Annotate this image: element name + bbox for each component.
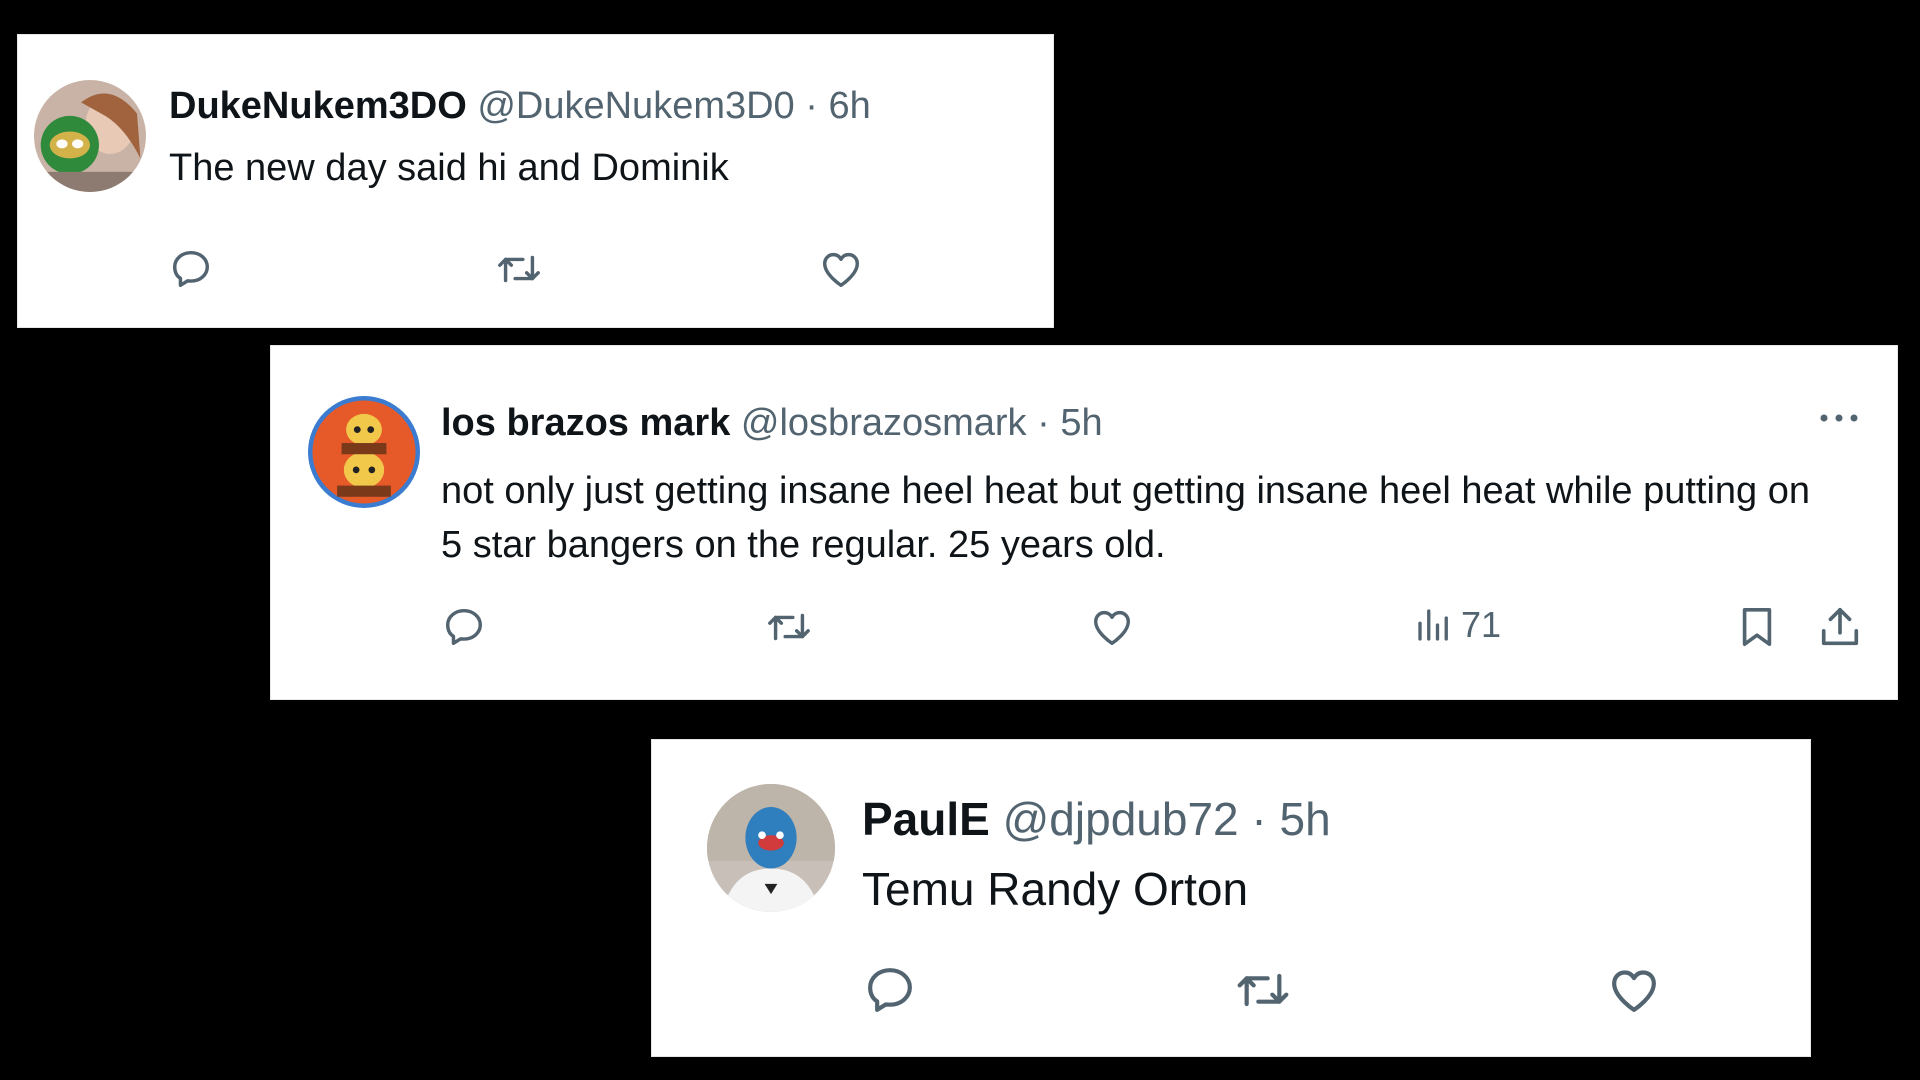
avatar[interactable] [308,396,420,508]
retweet-icon[interactable] [763,604,815,650]
tweet-header: los brazos mark @losbrazosmark · 5h [441,402,1103,445]
timestamp[interactable]: 5h [1280,793,1331,845]
user-handle[interactable]: @djpdub72 [1003,793,1239,845]
tweet-card[interactable]: los brazos mark @losbrazosmark · 5h not … [270,345,1898,700]
reply-icon[interactable] [441,604,487,650]
tweet-text: Temu Randy Orton [862,863,1249,915]
timestamp[interactable]: 5h [1060,402,1102,444]
timestamp[interactable]: 6h [828,85,870,127]
views-button[interactable]: 71 [1413,604,1501,646]
like-icon[interactable] [818,246,864,292]
bookmark-icon[interactable] [1736,604,1778,650]
like-icon[interactable] [1606,962,1662,1018]
like-icon[interactable] [1089,604,1135,650]
separator: · [1251,793,1267,845]
tweet-text: The new day said hi and Dominik [169,147,729,189]
user-handle[interactable]: @DukeNukem3D0 [477,85,794,127]
user-handle[interactable]: @losbrazosmark [741,402,1027,444]
views-icon [1418,609,1448,641]
tweet-header: DukeNukem3DO @DukeNukem3D0 · 6h [169,85,871,128]
display-name[interactable]: los brazos mark [441,402,730,444]
reply-icon[interactable] [168,246,214,292]
tweet-text: not only just getting insane heel heat b… [441,470,1811,566]
share-icon[interactable] [1817,604,1863,650]
reply-icon[interactable] [862,962,918,1018]
avatar[interactable] [34,80,146,192]
display-name[interactable]: PaulE [862,793,990,845]
display-name[interactable]: DukeNukem3DO [169,85,467,127]
retweet-icon[interactable] [1232,962,1294,1018]
more-icon[interactable] [1817,408,1861,433]
views-count: 71 [1461,604,1502,645]
retweet-icon[interactable] [493,246,545,292]
tweet-card[interactable]: DukeNukem3DO @DukeNukem3D0 · 6h The new … [17,34,1054,328]
avatar[interactable] [707,784,835,912]
tweet-card[interactable]: PaulE @djpdub72 · 5h Temu Randy Orton [651,739,1811,1057]
separator: · [805,85,818,127]
tweet-header: PaulE @djpdub72 · 5h [862,792,1331,846]
separator: · [1037,402,1050,444]
